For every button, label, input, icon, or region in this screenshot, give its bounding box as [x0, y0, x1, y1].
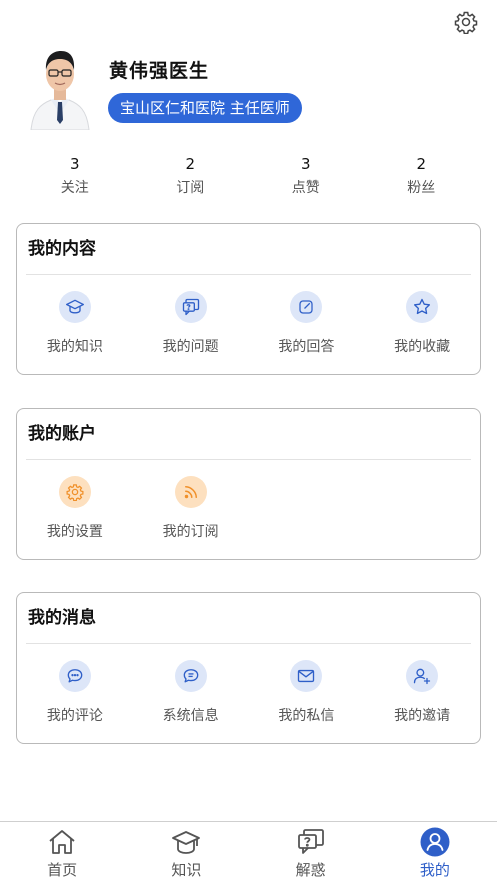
item-label: 我的私信 — [278, 708, 335, 724]
gear-icon — [66, 484, 84, 501]
item-label: 我的问题 — [162, 339, 219, 355]
tab-home[interactable]: 首页 — [0, 822, 124, 883]
stat-likes[interactable]: 3 点赞 — [248, 154, 364, 197]
message-icon — [183, 669, 198, 683]
item-label: 我的设置 — [46, 524, 103, 540]
tab-label: 首页 — [47, 861, 78, 879]
item-label: 系统信息 — [162, 708, 219, 724]
my-settings-item[interactable]: 我的设置 — [17, 476, 133, 541]
item-label: 我的回答 — [278, 339, 335, 355]
item-label: 我的评论 — [46, 708, 103, 724]
stat-value: 3 — [300, 155, 311, 173]
my-comments-item[interactable]: 我的评论 — [17, 660, 133, 725]
item-label: 我的知识 — [46, 339, 103, 355]
star-icon — [414, 298, 431, 315]
rss-icon — [184, 486, 197, 499]
my-questions-item[interactable]: 我的问题 — [133, 291, 249, 356]
item-label: 我的收藏 — [394, 339, 451, 355]
my-favorites-item[interactable]: 我的收藏 — [364, 291, 480, 356]
gear-icon — [454, 11, 478, 34]
stat-fans[interactable]: 2 粉丝 — [364, 154, 480, 197]
stat-label: 点赞 — [291, 180, 320, 196]
private-messages-item[interactable]: 我的私信 — [249, 660, 365, 725]
stat-value: 3 — [69, 155, 80, 173]
settings-button[interactable] — [453, 9, 479, 35]
item-label: 我的邀请 — [394, 708, 451, 724]
home-icon — [49, 830, 75, 854]
my-answers-item[interactable]: 我的回答 — [249, 291, 365, 356]
tab-qa[interactable]: 解惑 — [249, 822, 373, 883]
tab-label: 知识 — [171, 861, 202, 879]
my-messages-card: 我的消息 我的评论 系统信息 我的私信 我的邀请 — [16, 592, 481, 744]
stat-label: 粉丝 — [407, 180, 436, 196]
envelope-icon — [298, 669, 315, 683]
stat-subscriptions[interactable]: 2 订阅 — [133, 154, 249, 197]
graduation-cap-icon — [172, 831, 201, 854]
add-user-icon — [413, 668, 431, 685]
question-board-icon — [182, 298, 199, 316]
card-title: 我的消息 — [28, 608, 96, 628]
chat-bubbles-icon — [67, 669, 83, 683]
stat-value: 2 — [185, 155, 196, 173]
my-knowledge-item[interactable]: 我的知识 — [17, 291, 133, 356]
stat-following[interactable]: 3 关注 — [17, 154, 133, 197]
tab-label: 我的 — [419, 861, 450, 879]
graduation-cap-icon — [65, 299, 84, 314]
card-title: 我的内容 — [28, 239, 96, 259]
card-title: 我的账户 — [28, 424, 96, 444]
my-subscriptions-item[interactable]: 我的订阅 — [133, 476, 249, 541]
tab-knowledge[interactable]: 知识 — [124, 822, 248, 883]
my-content-card: 我的内容 我的知识 我的问题 我的回答 我的收藏 — [16, 223, 481, 375]
bottom-tab-bar: 首页 知识 解惑 我的 — [0, 821, 497, 883]
stat-label: 订阅 — [176, 180, 205, 196]
my-account-card: 我的账户 我的设置 我的订阅 — [16, 408, 481, 560]
tab-label: 解惑 — [295, 861, 326, 879]
hospital-title-badge: 宝山区仁和医院 主任医师 — [108, 93, 302, 123]
edit-icon — [299, 300, 314, 314]
stat-value: 2 — [416, 155, 427, 173]
stat-label: 关注 — [60, 180, 89, 196]
question-board-icon — [297, 829, 324, 854]
system-info-item[interactable]: 系统信息 — [133, 660, 249, 725]
stats-row: 3 关注 2 订阅 3 点赞 2 粉丝 — [17, 154, 479, 197]
doctor-name: 黄伟强医生 — [109, 60, 210, 82]
user-icon — [420, 827, 450, 857]
avatar[interactable] — [27, 44, 93, 130]
my-invitations-item[interactable]: 我的邀请 — [364, 660, 480, 725]
tab-mine[interactable]: 我的 — [373, 822, 497, 883]
item-label: 我的订阅 — [162, 524, 219, 540]
